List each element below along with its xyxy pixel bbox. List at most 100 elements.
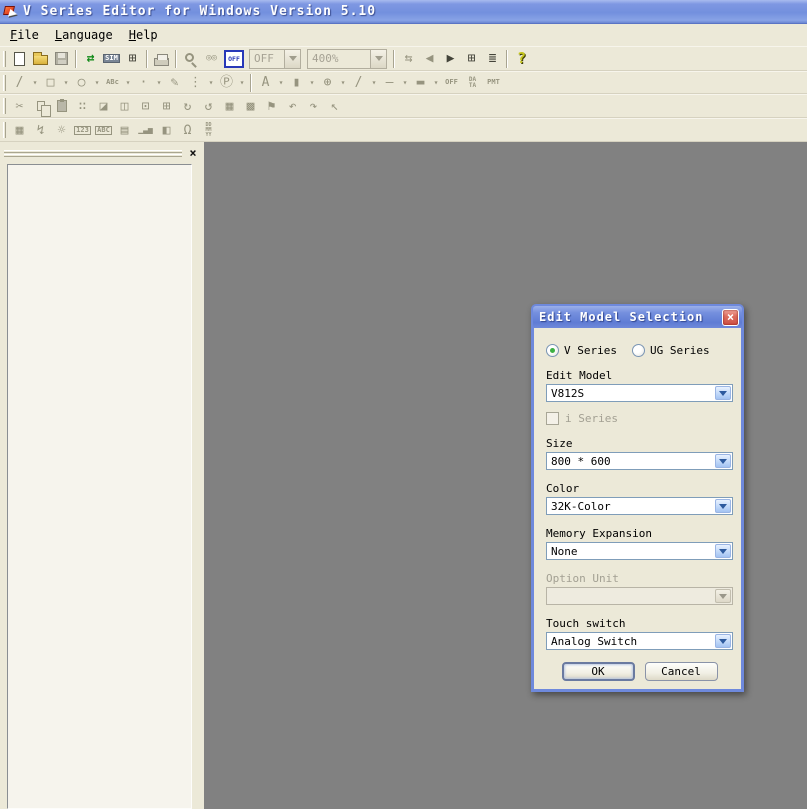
chevron-down-icon[interactable]: ▾	[307, 73, 317, 93]
rect-tool-icon[interactable]: □	[40, 73, 61, 93]
ok-button[interactable]: OK	[562, 662, 635, 681]
menu-language[interactable]: Language	[47, 26, 121, 44]
chevron-down-icon[interactable]: ▾	[92, 73, 102, 93]
chevron-down-icon[interactable]: ▾	[400, 73, 410, 93]
dot-tool-icon[interactable]: ·	[133, 73, 154, 93]
grid-icon[interactable]: ▦	[219, 96, 240, 116]
menu-file[interactable]: File	[2, 26, 47, 44]
circle-tool-icon[interactable]: ○	[71, 73, 92, 93]
numeric-display-icon[interactable]: 123	[72, 120, 93, 140]
parts-place-icon[interactable]: Ⓟ	[216, 73, 237, 93]
pin-icon[interactable]: ⚑	[261, 96, 282, 116]
chevron-down-icon[interactable]: ▾	[123, 73, 133, 93]
chevron-down-icon[interactable]: ▾	[369, 73, 379, 93]
mode-tool-icon[interactable]: ⊕	[317, 73, 338, 93]
rotate-right-icon[interactable]: ↺	[198, 96, 219, 116]
radio-option-v-series[interactable]: V Series	[546, 344, 617, 357]
graph-part-icon[interactable]: ▁▃▅	[135, 120, 156, 140]
switch-part-icon[interactable]: ↯	[30, 120, 51, 140]
chevron-down-icon[interactable]	[715, 386, 731, 400]
dialog-close-icon[interactable]: ×	[722, 309, 739, 326]
chevron-down-icon[interactable]: ▾	[237, 73, 247, 93]
chevron-down-icon[interactable]	[715, 499, 731, 513]
chevron-down-icon[interactable]	[715, 454, 731, 468]
rotate-left-icon[interactable]: ↻	[177, 96, 198, 116]
alarm-part-icon[interactable]: Ω	[177, 120, 198, 140]
dash-tool-icon[interactable]: —	[379, 73, 400, 93]
text-tool-icon[interactable]: ABc	[102, 73, 123, 93]
color-select[interactable]: 32K-Color	[546, 497, 733, 515]
prev-screen-icon[interactable]: ◀	[419, 49, 440, 69]
save-icon[interactable]	[51, 49, 72, 69]
group-icon[interactable]: ◪	[93, 96, 114, 116]
dialog-title-bar[interactable]: Edit Model Selection ×	[533, 306, 742, 328]
line-tool-icon[interactable]: /	[9, 73, 30, 93]
menu-help[interactable]: Help	[121, 26, 166, 44]
new-document-icon[interactable]	[9, 49, 30, 69]
toolbar-grip[interactable]	[3, 51, 6, 67]
box-fill-tool-icon[interactable]: ▬	[410, 73, 431, 93]
cancel-button[interactable]: Cancel	[645, 662, 718, 681]
ug-series-radio[interactable]	[632, 344, 645, 357]
chevron-down-icon[interactable]: ▾	[431, 73, 441, 93]
pmt-tool-icon[interactable]: PMT	[483, 73, 504, 93]
off-state-select[interactable]: OFF	[249, 49, 301, 69]
screen-list-box[interactable]	[7, 164, 192, 809]
screen-list-icon[interactable]: ≣	[482, 49, 503, 69]
screen-manager-icon[interactable]: ⊞	[122, 49, 143, 69]
date-part-icon[interactable]: DD MM YY	[198, 120, 219, 140]
cursor-tool-icon[interactable]: ▮	[286, 73, 307, 93]
zoom-level-select[interactable]: 400%	[307, 49, 387, 69]
chevron-down-icon[interactable]	[284, 50, 300, 68]
copy-icon[interactable]	[30, 96, 51, 116]
keypad-display-icon[interactable]: ▦	[9, 120, 30, 140]
next-screen-icon[interactable]: ▶	[440, 49, 461, 69]
chevron-down-icon[interactable]: ▾	[154, 73, 164, 93]
font-tool-icon[interactable]: A	[255, 73, 276, 93]
radio-option-ug-series[interactable]: UG Series	[632, 344, 710, 357]
off-lamp-tool-icon[interactable]: OFF	[441, 73, 462, 93]
select-mode-icon[interactable]: ↖	[324, 96, 345, 116]
item-search-icon[interactable]: ◎◎	[201, 49, 222, 69]
chevron-down-icon[interactable]: ▾	[206, 73, 216, 93]
transfer-icon[interactable]: ⇄	[80, 49, 101, 69]
multi-copy-icon[interactable]: ∷	[72, 96, 93, 116]
screen-table-icon[interactable]: ⊞	[461, 49, 482, 69]
touch-switch-select[interactable]: Analog Switch	[546, 632, 733, 650]
simulator-icon[interactable]: SIM	[101, 49, 122, 69]
paste-icon[interactable]	[51, 96, 72, 116]
pattern-icon[interactable]: ▩	[240, 96, 261, 116]
select-frame-icon[interactable]: ⊞	[156, 96, 177, 116]
redo-icon[interactable]: ↷	[303, 96, 324, 116]
toolbar-grip[interactable]	[3, 75, 6, 91]
chevron-down-icon[interactable]: ▾	[338, 73, 348, 93]
toolbar-grip[interactable]	[3, 122, 6, 138]
screen-jump-icon[interactable]: ⇆	[398, 49, 419, 69]
ruler-tool-icon[interactable]: ⋮	[185, 73, 206, 93]
ungroup-icon[interactable]: ◫	[114, 96, 135, 116]
size-select[interactable]: 800 * 600	[546, 452, 733, 470]
data-display-tool-icon[interactable]: DA TA	[462, 73, 483, 93]
open-file-icon[interactable]	[30, 49, 51, 69]
panel-gripper[interactable]	[4, 149, 182, 158]
memory-expansion-select[interactable]: None	[546, 542, 733, 560]
block-part-icon[interactable]: ◧	[156, 120, 177, 140]
panel-close-icon[interactable]: ×	[186, 146, 200, 160]
chevron-down-icon[interactable]	[715, 634, 731, 648]
lamp-part-icon[interactable]: ☼	[51, 120, 72, 140]
v-series-radio[interactable]	[546, 344, 559, 357]
chevron-down-icon[interactable]	[370, 50, 386, 68]
off-display-button[interactable]: OFF	[224, 50, 244, 68]
line2-tool-icon[interactable]: /	[348, 73, 369, 93]
title-bar[interactable]: V Series Editor for Windows Version 5.10	[0, 0, 807, 24]
calculator-part-icon[interactable]: ▤	[114, 120, 135, 140]
char-display-icon[interactable]: ABC	[93, 120, 114, 140]
zoom-icon[interactable]	[180, 49, 201, 69]
chevron-down-icon[interactable]: ▾	[276, 73, 286, 93]
select-env-icon[interactable]: ⊡	[135, 96, 156, 116]
toolbar-grip[interactable]	[3, 98, 6, 114]
help-icon[interactable]: ?	[511, 49, 532, 69]
print-icon[interactable]	[151, 49, 172, 69]
chevron-down-icon[interactable]: ▾	[30, 73, 40, 93]
cut-icon[interactable]: ✂	[9, 96, 30, 116]
